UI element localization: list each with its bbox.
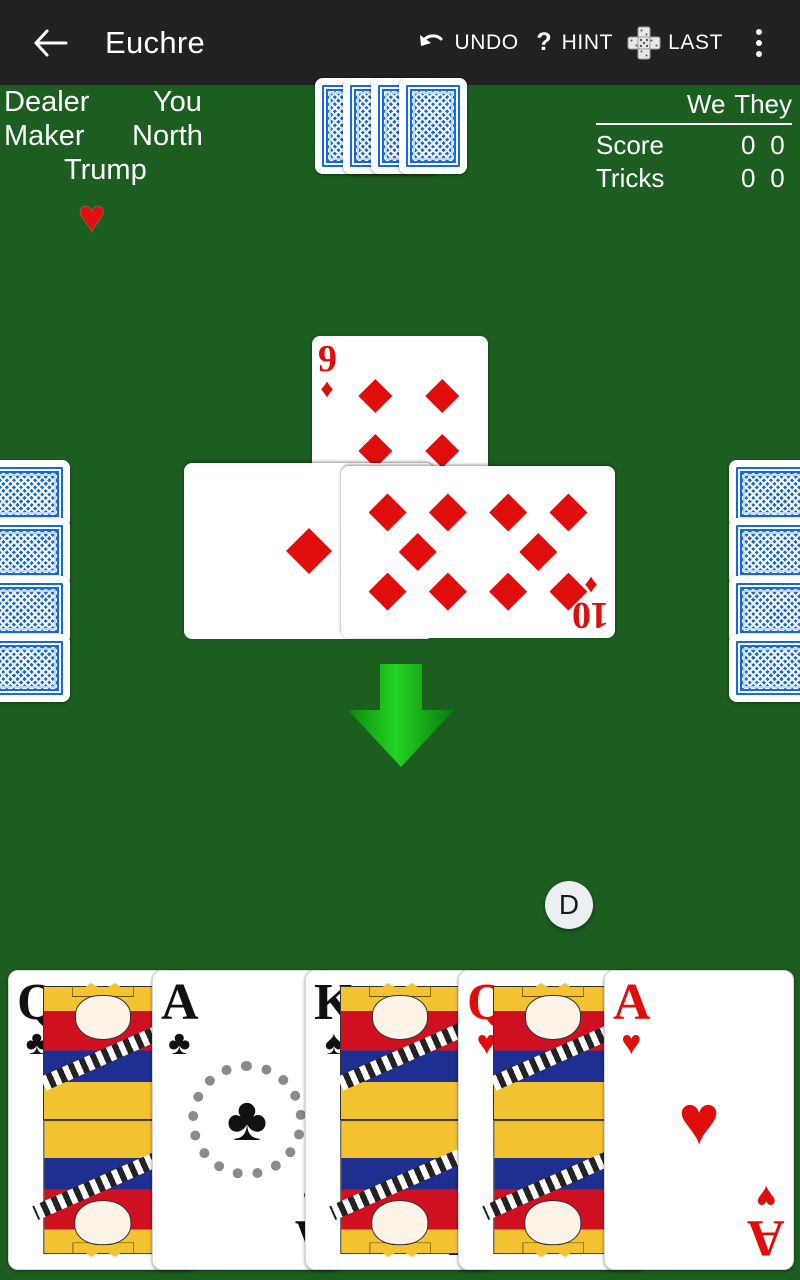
maker-row: Maker North	[0, 119, 330, 153]
last-label: LAST	[668, 30, 723, 54]
undo-arrow-icon	[417, 30, 447, 56]
last-trick-cards-icon	[627, 26, 661, 60]
score-they-value: 0	[770, 130, 785, 160]
last-trick-button[interactable]: LAST	[620, 0, 730, 85]
dealer-label: Dealer	[4, 86, 90, 118]
dealer-value: You	[153, 86, 202, 118]
card-back-inner	[403, 82, 463, 170]
court-card-illustration	[32, 982, 174, 1254]
score-label: Score	[596, 130, 664, 160]
ace-center-pip: ♥	[678, 1081, 720, 1159]
card-back-inner	[733, 464, 800, 524]
hint-label: HINT	[561, 30, 614, 54]
card-back	[729, 634, 800, 702]
trump-label: Trump	[64, 154, 147, 186]
scoreboard-divider	[596, 123, 792, 125]
tricks-we-value: 0	[741, 163, 756, 193]
dealer-chip: D	[545, 881, 593, 929]
table-row: Score 0 0	[596, 129, 792, 162]
card-back-inner	[733, 522, 800, 582]
card-back-inner	[0, 580, 66, 640]
card-back	[399, 78, 467, 174]
more-vertical-icon-dot	[756, 28, 762, 35]
heart-icon: ♥	[78, 190, 106, 242]
game-info-panel: Dealer You Maker North Trump ♥	[0, 85, 330, 240]
card-back-inner	[0, 638, 66, 698]
dealer-chip-label: D	[558, 889, 580, 920]
score-we-value: 0	[741, 130, 756, 160]
back-arrow-icon	[33, 28, 69, 58]
ace-center-pip: ♣	[226, 1085, 268, 1154]
page-title: Euchre	[105, 24, 206, 60]
app-bar: Euchre UNDO ? HINT LAST	[0, 0, 800, 85]
more-options-button[interactable]	[736, 0, 782, 85]
card-pips	[341, 466, 615, 638]
scoreboard-corner	[596, 88, 680, 90]
card-back-pattern	[399, 78, 467, 174]
maker-value: North	[132, 120, 203, 152]
card-back-inner	[733, 638, 800, 698]
trump-suit: ♥	[0, 193, 330, 240]
scoreboard-header: We They	[596, 88, 792, 121]
court-card-illustration	[482, 982, 624, 1254]
card-back-inner	[733, 580, 800, 640]
turn-indicator-arrow	[346, 664, 456, 768]
undo-label: UNDO	[454, 30, 519, 54]
hint-button[interactable]: ? HINT	[526, 0, 620, 85]
card-back	[0, 634, 70, 702]
court-card-illustration	[329, 982, 471, 1254]
dealer-row: Dealer You	[0, 85, 330, 119]
column-we: We	[686, 89, 726, 119]
card-corner-index: A ♥	[748, 1178, 785, 1266]
card-back-pattern	[0, 634, 70, 702]
question-mark-icon: ?	[533, 29, 555, 57]
card-corner-index: A♣	[161, 974, 199, 1062]
toolbar-actions: UNDO ? HINT LAST	[410, 0, 800, 85]
column-they: They	[734, 89, 792, 119]
card-back-pattern	[729, 634, 800, 702]
back-button[interactable]	[22, 14, 80, 72]
card-corner-index: A ♥	[613, 974, 651, 1062]
more-vertical-icon-dot	[756, 39, 762, 46]
card-back-inner	[0, 522, 66, 582]
undo-button[interactable]: UNDO	[410, 0, 525, 85]
maker-label: Maker	[4, 120, 85, 152]
card-back-inner	[0, 464, 66, 524]
tricks-they-value: 0	[770, 163, 785, 193]
trump-row: Trump	[0, 153, 330, 187]
hand-card-a-hearts[interactable]: A ♥ A ♥ ♥	[604, 970, 794, 1270]
played-card-east[interactable]: 10 ♦	[341, 466, 615, 638]
more-vertical-icon-dot	[756, 50, 762, 57]
table-row: Tricks 0 0	[596, 162, 792, 195]
scoreboard: We They Score 0 0 Tricks 0 0	[596, 88, 792, 195]
tricks-label: Tricks	[596, 163, 665, 193]
svg-text:?: ?	[536, 29, 551, 56]
